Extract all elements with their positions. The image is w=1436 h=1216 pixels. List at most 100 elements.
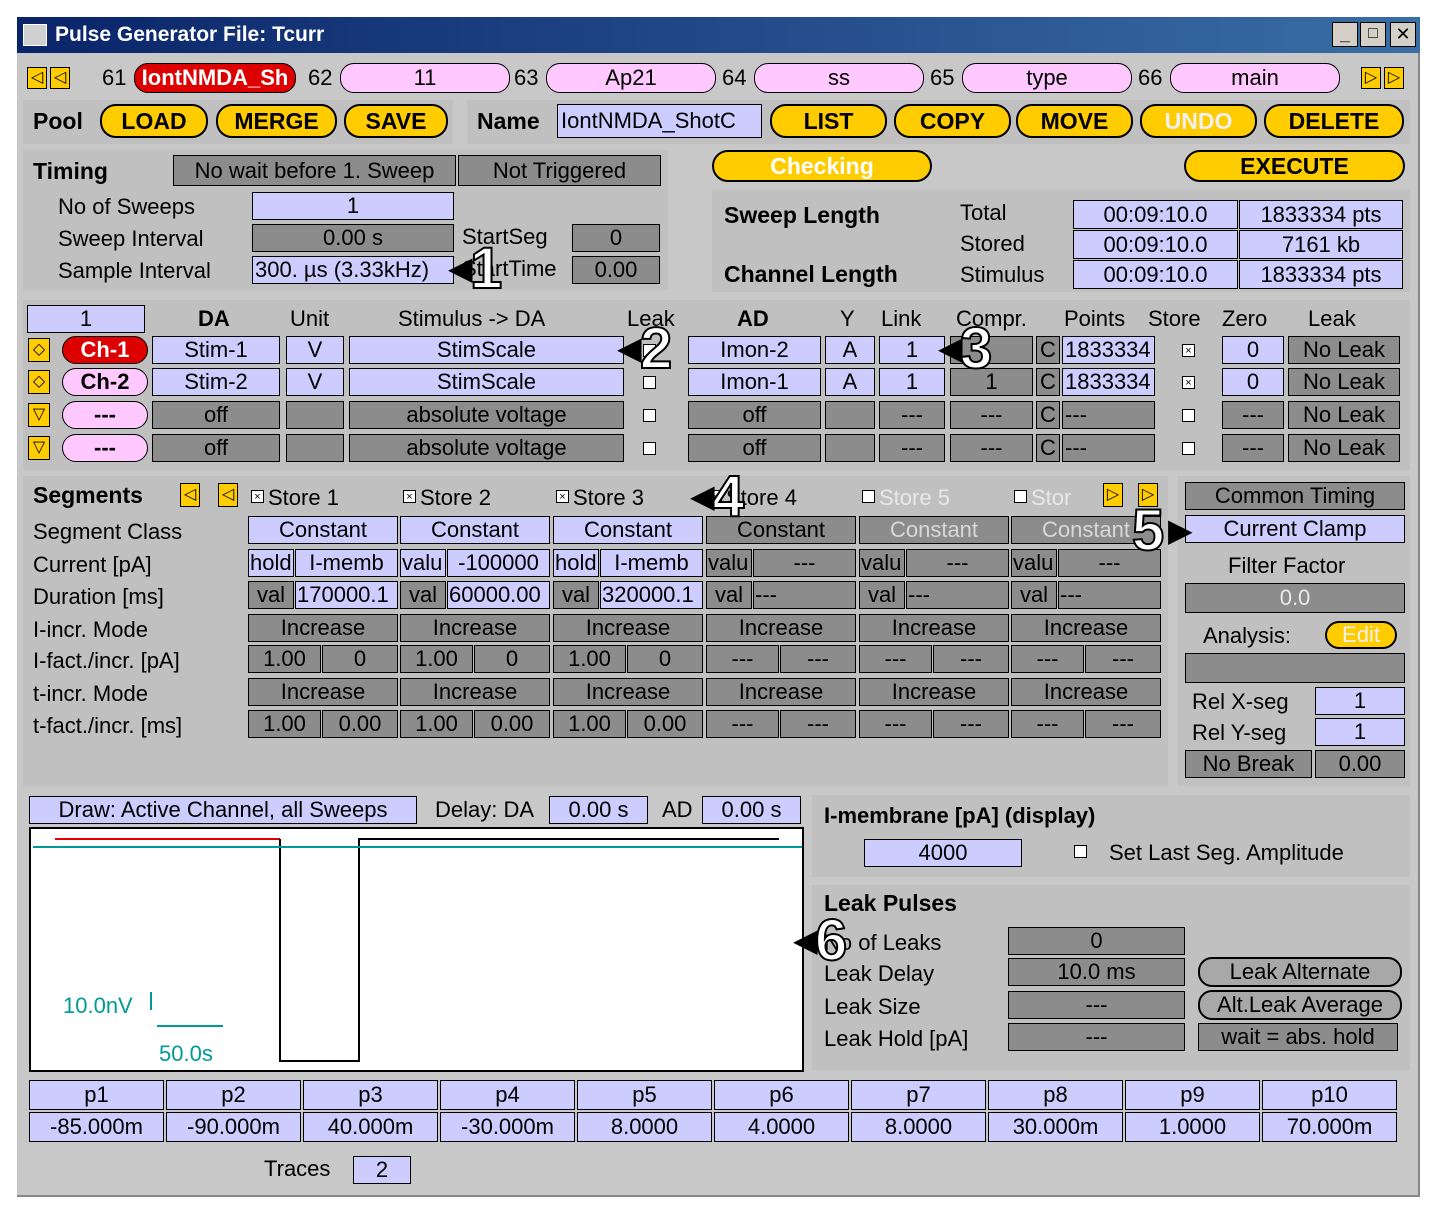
segment-duration-value[interactable]: 320000.1 <box>600 581 703 609</box>
segment-i-incr[interactable]: 0 <box>627 645 703 673</box>
segment-i-incr[interactable]: 0 <box>322 645 398 673</box>
break-value-field[interactable]: 0.00 <box>1315 750 1405 778</box>
param-value-field[interactable]: 30.000m <box>988 1112 1123 1142</box>
unit-field[interactable]: V <box>286 368 344 396</box>
channel-select-icon[interactable]: ▽ <box>28 436 50 460</box>
compression-mode-field[interactable]: C <box>1036 368 1060 396</box>
zero-field[interactable]: 0 <box>1222 368 1284 396</box>
param-value-field[interactable]: -30.000m <box>440 1112 575 1142</box>
leak-count-field[interactable]: 0 <box>1008 927 1185 955</box>
list-button[interactable]: LIST <box>770 104 887 138</box>
y-field[interactable]: A <box>825 368 875 396</box>
unit-field[interactable] <box>286 401 344 429</box>
channel-count-field[interactable]: 1 <box>27 305 145 333</box>
seq-item-1[interactable]: 11 <box>340 63 510 93</box>
undo-button[interactable]: UNDO <box>1140 104 1257 138</box>
param-value-field[interactable]: 8.0000 <box>577 1112 712 1142</box>
stimulus-field[interactable]: absolute voltage <box>349 434 624 462</box>
segment-i-factor[interactable]: 1.00 <box>553 645 626 673</box>
segment-i-factor[interactable]: --- <box>1011 645 1084 673</box>
ad-field[interactable]: off <box>688 434 821 462</box>
segment-i-incr-mode[interactable]: Increase <box>248 614 398 642</box>
param-value-field[interactable]: 40.000m <box>303 1112 438 1142</box>
segment-current-value[interactable]: --- <box>906 549 1009 577</box>
segment-current-value[interactable]: --- <box>753 549 856 577</box>
compression-field[interactable]: --- <box>950 401 1033 429</box>
stimulus-field[interactable]: absolute voltage <box>349 401 624 429</box>
link-field[interactable]: --- <box>879 434 945 462</box>
segments-prev-page-icon[interactable]: ◁ <box>180 483 200 507</box>
segment-t-factor[interactable]: 1.00 <box>400 710 473 738</box>
da-field[interactable]: Stim-2 <box>152 368 280 396</box>
leak-checkbox[interactable] <box>643 409 656 422</box>
ad-field[interactable]: off <box>688 401 821 429</box>
stimulus-field[interactable]: StimScale <box>349 368 624 396</box>
segment-i-factor[interactable]: --- <box>706 645 779 673</box>
sample-interval-field[interactable]: 300. µs (3.33kHz) <box>252 256 454 284</box>
zero-field[interactable]: --- <box>1222 401 1284 429</box>
sequence-name-field[interactable]: IontNMDA_ShotC <box>557 104 762 138</box>
segment-duration-mode[interactable]: val <box>706 581 752 609</box>
seq-prev-icon[interactable]: ◁ <box>50 67 70 89</box>
segment-duration-mode[interactable]: val <box>1011 581 1057 609</box>
segment-i-incr[interactable]: --- <box>1085 645 1161 673</box>
segment-t-incr-mode[interactable]: Increase <box>400 678 550 706</box>
segments-next-icon[interactable]: ▷ <box>1103 483 1123 507</box>
seq-item-2[interactable]: Ap21 <box>546 63 716 93</box>
channel-select-icon[interactable]: ▽ <box>28 403 50 427</box>
imem-field[interactable]: 4000 <box>864 839 1022 867</box>
segment-t-incr[interactable]: 0.00 <box>474 710 550 738</box>
segment-duration-mode[interactable]: val <box>400 581 446 609</box>
da-field[interactable]: off <box>152 434 280 462</box>
filter-factor-field[interactable]: 0.0 <box>1185 583 1405 613</box>
segment-t-incr-mode[interactable]: Increase <box>248 678 398 706</box>
segment-t-factor[interactable]: --- <box>859 710 932 738</box>
y-field[interactable] <box>825 434 875 462</box>
compression-mode-field[interactable]: C <box>1036 401 1060 429</box>
trigger-mode-field[interactable]: Not Triggered <box>458 155 661 186</box>
segment-t-incr[interactable]: --- <box>780 710 856 738</box>
segment-t-factor[interactable]: 1.00 <box>248 710 321 738</box>
segments-prev-icon[interactable]: ◁ <box>218 483 238 507</box>
clamp-mode-field[interactable]: Current Clamp <box>1185 515 1405 543</box>
segment-t-incr[interactable]: 0.00 <box>322 710 398 738</box>
segment-current-mode[interactable]: valu <box>706 549 752 577</box>
store-checkbox[interactable]: × <box>1182 344 1195 357</box>
channel-name[interactable]: Ch-1 <box>62 336 148 364</box>
seq-prev-page-icon[interactable]: ◁ <box>27 67 47 89</box>
leak-size-field[interactable]: --- <box>1008 991 1185 1019</box>
compression-field[interactable]: --- <box>950 434 1033 462</box>
checking-button[interactable]: Checking <box>712 150 932 182</box>
seq-item-3[interactable]: ss <box>754 63 924 93</box>
segment-class-field[interactable]: Constant <box>859 516 1009 544</box>
param-value-field[interactable]: 8.0000 <box>851 1112 986 1142</box>
leak-mode-field[interactable]: No Leak <box>1288 368 1400 396</box>
segment-duration-value[interactable]: 60000.00 <box>447 581 550 609</box>
channel-name[interactable]: Ch-2 <box>62 368 148 396</box>
leak-mode-field[interactable]: No Leak <box>1288 336 1400 364</box>
ad-field[interactable]: Imon-2 <box>688 336 821 364</box>
sweep-interval-field[interactable]: 0.00 s <box>252 224 454 252</box>
leak-mode-field[interactable]: No Leak <box>1288 401 1400 429</box>
segment-t-factor[interactable]: --- <box>1011 710 1084 738</box>
da-field[interactable]: Stim-1 <box>152 336 280 364</box>
segment-current-value[interactable]: -100000 <box>447 549 550 577</box>
store-checkbox[interactable]: × <box>1182 376 1195 389</box>
compression-mode-field[interactable]: C <box>1036 336 1060 364</box>
seq-item-4[interactable]: type <box>962 63 1132 93</box>
copy-button[interactable]: COPY <box>894 104 1011 138</box>
execute-button[interactable]: EXECUTE <box>1184 150 1405 182</box>
param-value-field[interactable]: 70.000m <box>1262 1112 1397 1142</box>
segment-store-checkbox[interactable]: × <box>556 490 569 503</box>
segment-store-checkbox[interactable]: × <box>403 490 416 503</box>
da-field[interactable]: off <box>152 401 280 429</box>
sweeps-field[interactable]: 1 <box>252 192 454 220</box>
wait-abs-hold-field[interactable]: wait = abs. hold <box>1198 1023 1398 1051</box>
segment-class-field[interactable]: Constant <box>553 516 703 544</box>
channel-name[interactable]: --- <box>62 434 148 462</box>
start-time-field[interactable]: 0.00 <box>572 256 660 284</box>
segment-class-field[interactable]: Constant <box>248 516 398 544</box>
zero-field[interactable]: --- <box>1222 434 1284 462</box>
unit-field[interactable] <box>286 434 344 462</box>
y-field[interactable]: A <box>825 336 875 364</box>
